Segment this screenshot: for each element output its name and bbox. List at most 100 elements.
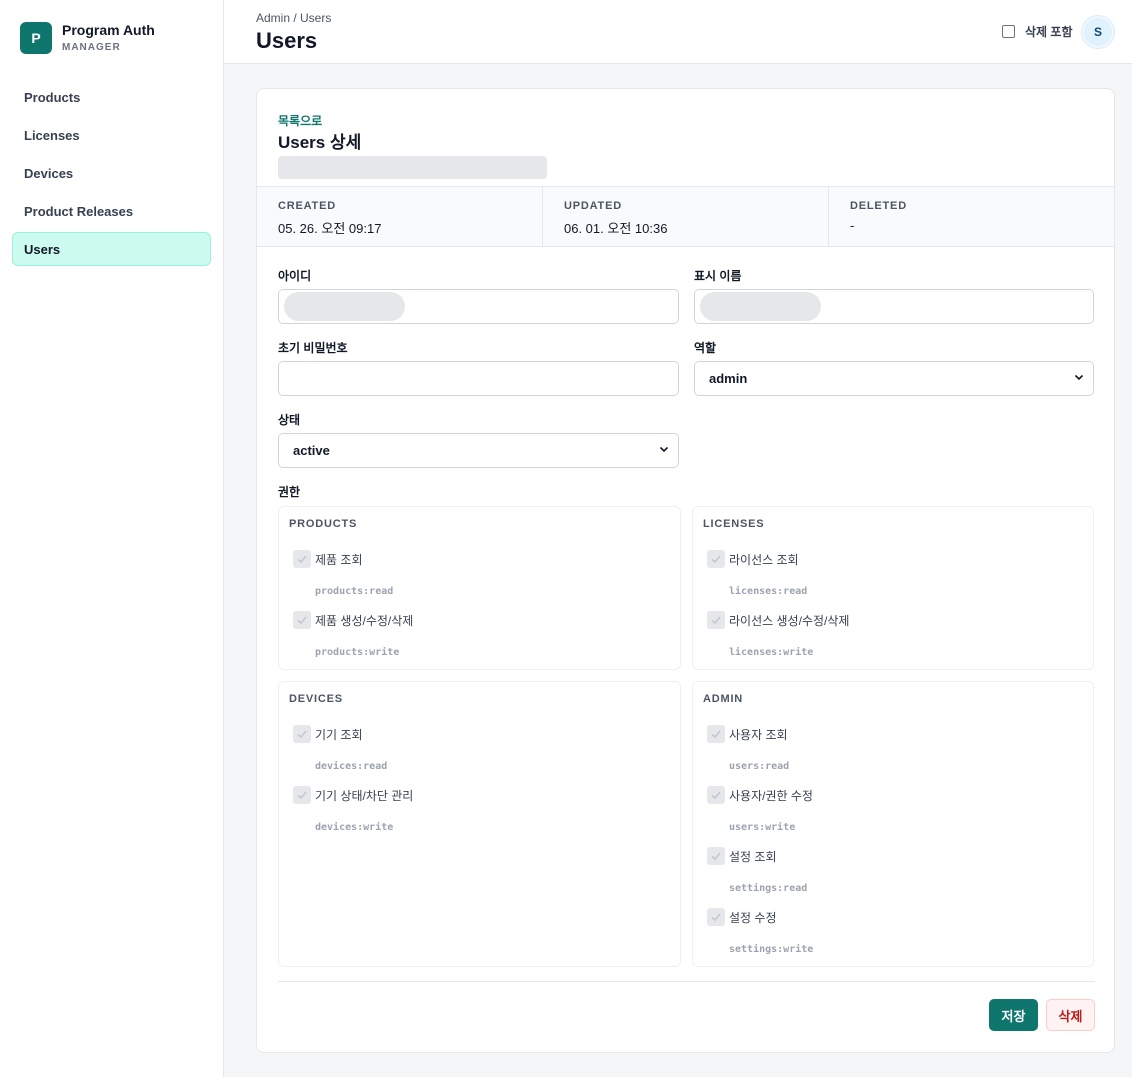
permission-checkbox[interactable]	[707, 725, 725, 743]
top-bar: Admin / Users Users 삭제 포함 S	[224, 0, 1132, 64]
role-label: 역할	[694, 341, 717, 355]
permission-code: settings:read	[729, 883, 808, 894]
chevron-down-icon	[1074, 374, 1084, 381]
permission-group-title: ADMIN	[703, 693, 744, 705]
permission-code: devices:read	[315, 761, 388, 772]
save-button[interactable]: 저장	[989, 999, 1038, 1031]
permission-group-title: PRODUCTS	[289, 518, 358, 530]
permission-label: 사용자 조회	[729, 728, 788, 742]
role-value: admin	[709, 371, 748, 386]
display-name-value-placeholder	[700, 292, 821, 321]
sidebar-item-users[interactable]: Users	[12, 232, 211, 266]
permission-label: 제품 조회	[315, 553, 363, 567]
chevron-down-icon	[659, 446, 669, 453]
check-icon	[711, 791, 721, 800]
permission-checkbox[interactable]	[707, 847, 725, 865]
permission-checkbox[interactable]	[293, 725, 311, 743]
permission-checkbox[interactable]	[293, 611, 311, 629]
check-icon	[297, 555, 307, 564]
delete-button[interactable]: 삭제	[1046, 999, 1095, 1031]
sidebar-item-products[interactable]: Products	[12, 80, 211, 114]
page-title: Users	[256, 28, 318, 53]
include-deleted-checkbox[interactable]	[1002, 25, 1015, 38]
id-label: 아이디	[278, 269, 312, 283]
brand[interactable]: P Program Auth MANAGER	[20, 22, 155, 54]
meta-created: CREATED 05. 26. 오전 09:17	[257, 187, 543, 246]
avatar[interactable]: S	[1082, 16, 1114, 48]
permission-label: 기기 조회	[315, 728, 363, 742]
permission-code: licenses:read	[729, 586, 808, 597]
check-icon	[711, 616, 721, 625]
permission-code: products:read	[315, 586, 394, 597]
display-name-label: 표시 이름	[694, 269, 742, 283]
meta-label: DELETED	[850, 200, 907, 212]
check-icon	[711, 730, 721, 739]
meta-updated: UPDATED 06. 01. 오전 10:36	[543, 187, 829, 246]
detail-card: 목록으로 Users 상세 CREATED 05. 26. 오전 09:17 U…	[256, 88, 1115, 1053]
permission-code: users:write	[729, 822, 796, 833]
back-to-list-link[interactable]: 목록으로	[278, 112, 322, 129]
permission-checkbox[interactable]	[293, 550, 311, 568]
initial-password-input[interactable]	[278, 361, 679, 396]
permission-label: 라이선스 조회	[729, 553, 799, 567]
divider	[278, 981, 1095, 982]
meta-value: 06. 01. 오전 10:36	[564, 221, 668, 236]
permission-label: 기기 상태/차단 관리	[315, 789, 414, 803]
permission-checkbox[interactable]	[707, 786, 725, 804]
sidebar: P Program Auth MANAGER Products Licenses…	[0, 0, 224, 1077]
permission-group-title: LICENSES	[703, 518, 765, 530]
id-input[interactable]	[278, 289, 679, 324]
status-value: active	[293, 443, 330, 458]
check-icon	[711, 913, 721, 922]
permission-checkbox[interactable]	[707, 550, 725, 568]
sidebar-nav: Products Licenses Devices Product Releas…	[12, 80, 211, 270]
permission-group-admin: ADMIN 사용자 조회 users:read 사용자/권한 수정 users:…	[692, 681, 1094, 967]
permission-code: products:write	[315, 647, 400, 658]
permission-group-devices: DEVICES 기기 조회 devices:read 기기 상태/차단 관리 d…	[278, 681, 681, 967]
loading-placeholder	[278, 156, 547, 179]
detail-title: Users 상세	[278, 133, 362, 152]
app-subtitle: MANAGER	[62, 42, 121, 53]
check-icon	[297, 730, 307, 739]
permission-code: devices:write	[315, 822, 394, 833]
meta-label: CREATED	[278, 200, 336, 212]
permission-code: settings:write	[729, 944, 814, 955]
permission-checkbox[interactable]	[293, 786, 311, 804]
app-logo: P	[20, 22, 52, 54]
id-value-placeholder	[284, 292, 405, 321]
meta-strip: CREATED 05. 26. 오전 09:17 UPDATED 06. 01.…	[257, 186, 1114, 247]
status-label: 상태	[278, 413, 301, 427]
meta-value: 05. 26. 오전 09:17	[278, 221, 382, 236]
include-deleted-label: 삭제 포함	[1025, 25, 1073, 39]
permission-code: licenses:write	[729, 647, 814, 658]
sidebar-item-licenses[interactable]: Licenses	[12, 118, 211, 152]
check-icon	[711, 555, 721, 564]
permission-label: 설정 수정	[729, 911, 777, 925]
permission-group-title: DEVICES	[289, 693, 343, 705]
permission-group-licenses: LICENSES 라이선스 조회 licenses:read 라이선스 생성/수…	[692, 506, 1094, 670]
permission-checkbox[interactable]	[707, 611, 725, 629]
permission-label: 설정 조회	[729, 850, 777, 864]
permissions-label: 권한	[278, 485, 301, 499]
check-icon	[297, 616, 307, 625]
meta-deleted: DELETED -	[829, 187, 1114, 246]
check-icon	[711, 852, 721, 861]
permission-label: 제품 생성/수정/삭제	[315, 614, 414, 628]
initial-password-label: 초기 비밀번호	[278, 341, 348, 355]
include-deleted-toggle[interactable]: 삭제 포함	[1002, 23, 1073, 40]
permission-group-products: PRODUCTS 제품 조회 products:read 제품 생성/수정/삭제…	[278, 506, 681, 670]
permission-label: 라이선스 생성/수정/삭제	[729, 614, 850, 628]
app-title: Program Auth	[62, 22, 155, 38]
permission-label: 사용자/권한 수정	[729, 789, 813, 803]
breadcrumb: Admin / Users	[256, 11, 332, 25]
sidebar-item-devices[interactable]: Devices	[12, 156, 211, 190]
meta-label: UPDATED	[564, 200, 622, 212]
check-icon	[297, 791, 307, 800]
status-select[interactable]: active	[278, 433, 679, 468]
permission-code: users:read	[729, 761, 790, 772]
display-name-input[interactable]	[694, 289, 1094, 324]
sidebar-item-product-releases[interactable]: Product Releases	[12, 194, 211, 228]
role-select[interactable]: admin	[694, 361, 1094, 396]
permission-checkbox[interactable]	[707, 908, 725, 926]
meta-value: -	[850, 218, 855, 233]
